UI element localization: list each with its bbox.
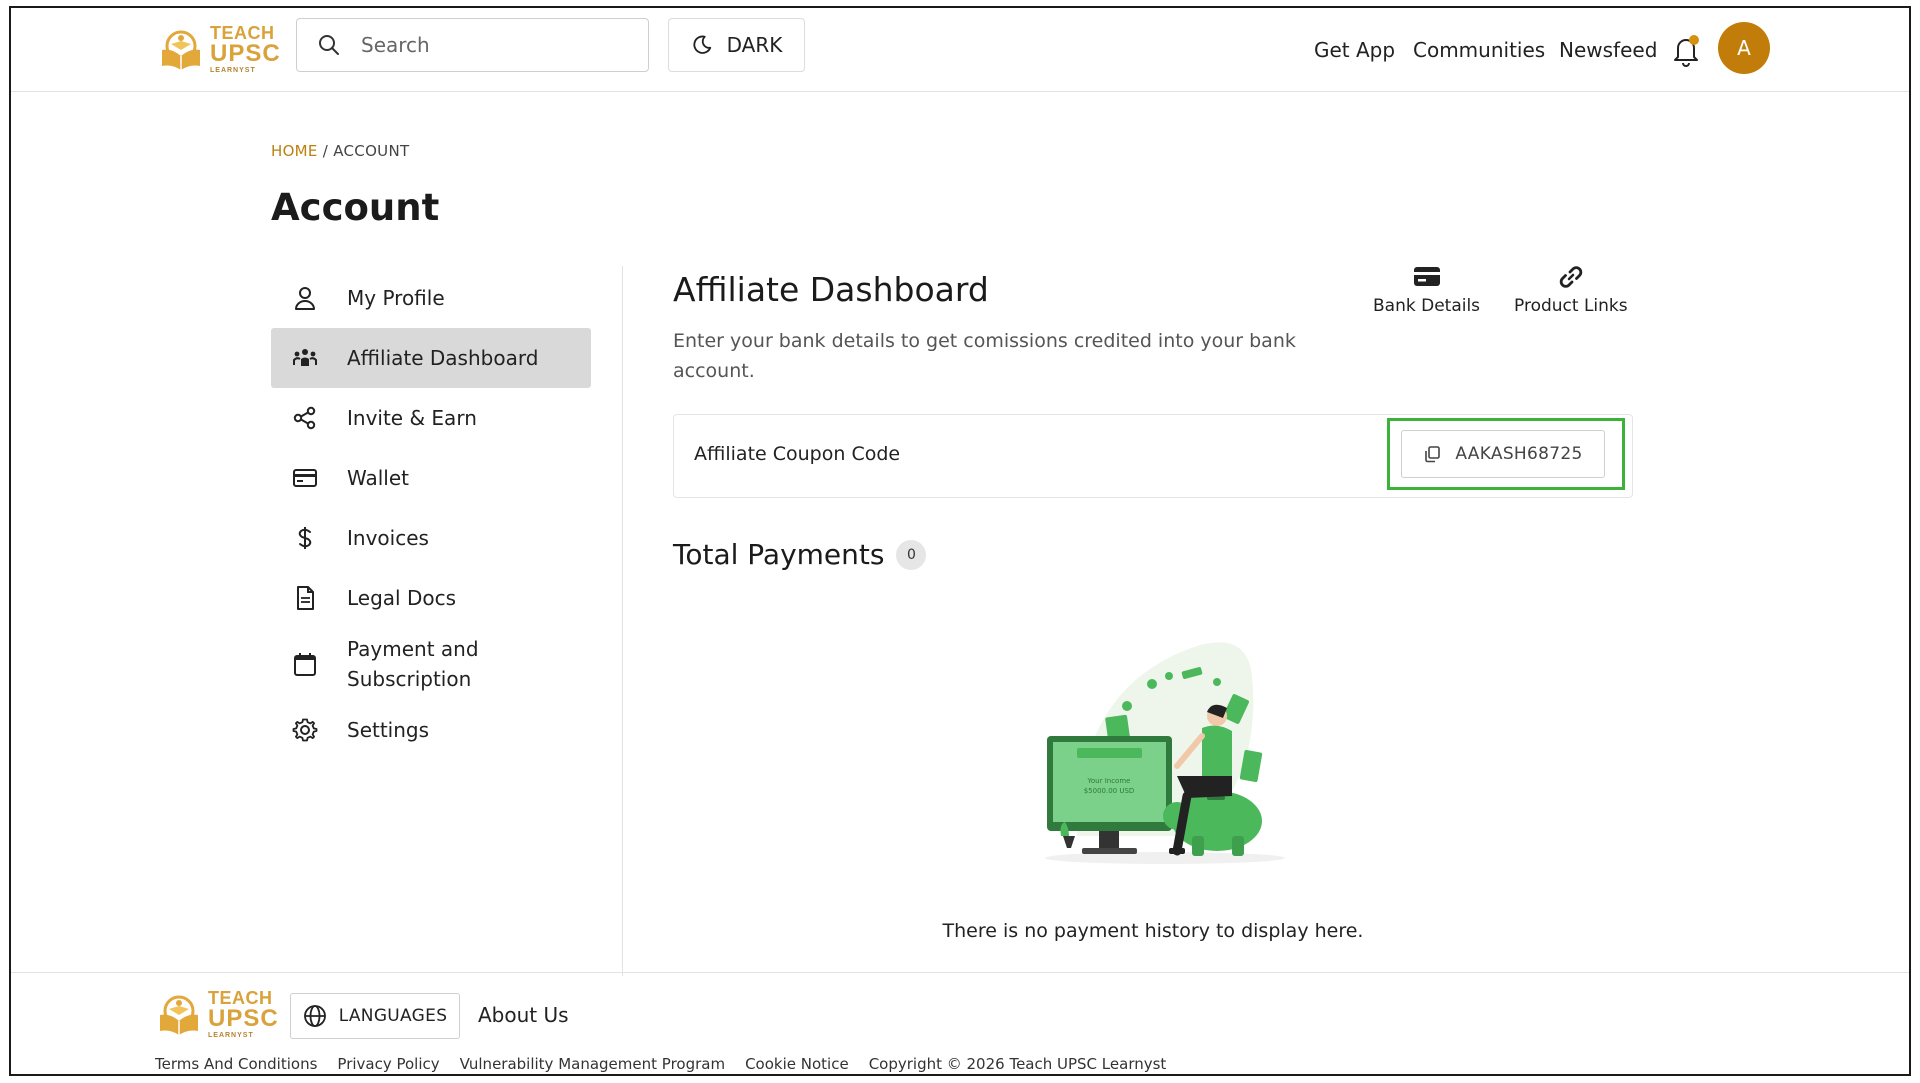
dark-mode-label: DARK xyxy=(726,33,783,57)
sidebar-item-settings[interactable]: Settings xyxy=(271,700,591,760)
sidebar-item-invite-earn[interactable]: Invite & Earn xyxy=(271,388,591,448)
avatar[interactable]: A xyxy=(1718,22,1770,74)
sidebar-divider xyxy=(622,266,623,976)
calendar-icon xyxy=(294,653,316,676)
sidebar-item-label: Invite & Earn xyxy=(347,406,477,430)
breadcrumb-separator: / xyxy=(317,142,334,160)
sidebar-item-label: Settings xyxy=(347,718,430,742)
copy-coupon-button[interactable]: AAKASH68725 xyxy=(1401,430,1605,478)
section-title: Affiliate Dashboard xyxy=(673,270,989,309)
share-icon xyxy=(293,406,316,430)
search-icon xyxy=(319,35,339,55)
coupon-card: Affiliate Coupon Code AAKASH68725 xyxy=(673,414,1633,498)
page-footer: TEACH UPSC LEARNYST LANGUAGES About Us T… xyxy=(11,972,1909,1074)
brand-line2: UPSC xyxy=(208,1005,279,1032)
bank-details-button[interactable]: Bank Details xyxy=(1373,264,1480,316)
payments-heading: Total Payments 0 xyxy=(673,538,927,571)
coupon-code: AAKASH68725 xyxy=(1455,444,1583,464)
sidebar-item-wallet[interactable]: Wallet xyxy=(271,448,591,508)
top-header: TEACH UPSC LEARNYST DARK Get App Communi… xyxy=(11,8,1909,92)
footer-link-terms[interactable]: Terms And Conditions xyxy=(155,1055,317,1073)
dark-mode-button[interactable]: DARK xyxy=(668,18,805,72)
nav-newsfeed-link[interactable]: Newsfeed xyxy=(1559,38,1657,62)
dollar-icon xyxy=(298,527,312,549)
user-icon xyxy=(295,287,315,310)
copy-icon xyxy=(1425,446,1441,463)
sidebar-item-label: Invoices xyxy=(347,526,429,550)
sidebar-item-invoices[interactable]: Invoices xyxy=(271,508,591,568)
sidebar-item-affiliate-dashboard[interactable]: Affiliate Dashboard xyxy=(271,328,591,388)
languages-button[interactable]: LANGUAGES xyxy=(290,993,460,1039)
book-logo-icon xyxy=(162,30,200,70)
group-icon xyxy=(293,349,317,366)
brand-line3: LEARNYST xyxy=(210,67,256,74)
account-sidebar: My Profile Affiliate Dashboard Invite & … xyxy=(271,268,591,760)
book-logo-icon xyxy=(160,995,198,1035)
screen-line2: $5000.00 USD xyxy=(1084,787,1135,795)
gear-icon xyxy=(292,718,318,742)
nav-get-app-link[interactable]: Get App xyxy=(1314,38,1395,62)
search-input[interactable] xyxy=(361,33,641,57)
payments-count-badge: 0 xyxy=(896,539,927,570)
coupon-label: Affiliate Coupon Code xyxy=(694,443,901,465)
moon-icon xyxy=(693,35,711,54)
footer-link-cookie[interactable]: Cookie Notice xyxy=(745,1055,849,1073)
payments-title: Total Payments xyxy=(673,538,885,571)
nav-communities[interactable]: Communities xyxy=(1413,8,1545,92)
globe-icon xyxy=(303,1005,326,1027)
section-description: Enter your bank details to get comission… xyxy=(673,330,1296,382)
card-icon xyxy=(1413,267,1440,286)
coupon-highlight-box: AAKASH68725 xyxy=(1387,418,1625,490)
footer-logo[interactable]: TEACH UPSC LEARNYST xyxy=(156,989,279,1039)
link-icon xyxy=(1559,266,1583,288)
nav-communities-link[interactable]: Communities xyxy=(1413,38,1545,62)
sidebar-item-label: Legal Docs xyxy=(347,586,457,610)
sidebar-item-label: Affiliate Dashboard xyxy=(347,346,539,370)
app-window: TEACH UPSC LEARNYST DARK Get App Communi… xyxy=(9,6,1911,1076)
languages-label: LANGUAGES xyxy=(338,1006,448,1026)
bank-details-label: Bank Details xyxy=(1373,296,1481,316)
sidebar-item-legal-docs[interactable]: Legal Docs xyxy=(271,568,591,628)
nav-newsfeed[interactable]: Newsfeed xyxy=(1559,8,1657,92)
brand-line3: LEARNYST xyxy=(208,1032,254,1039)
page-title: Account xyxy=(271,186,440,229)
sidebar-item-label: Wallet xyxy=(347,466,410,490)
product-links-button[interactable]: Product Links xyxy=(1514,264,1628,316)
notification-dot xyxy=(1689,35,1699,45)
breadcrumb-current: ACCOUNT xyxy=(333,142,410,160)
nav-get-app[interactable]: Get App xyxy=(1314,8,1395,92)
footer-links: Terms And Conditions Privacy Policy Vuln… xyxy=(155,1055,1186,1073)
sidebar-item-my-profile[interactable]: My Profile xyxy=(271,268,591,328)
breadcrumb-home[interactable]: HOME xyxy=(271,142,318,160)
credit-card-icon xyxy=(293,469,317,487)
brand-logo[interactable]: TEACH UPSC LEARNYST xyxy=(158,24,281,74)
document-icon xyxy=(297,586,314,610)
sidebar-item-label: Payment and Subscription xyxy=(347,637,479,691)
search-box[interactable] xyxy=(296,18,649,72)
about-us-link[interactable]: About Us xyxy=(478,1003,569,1027)
notifications-button[interactable] xyxy=(1669,33,1703,67)
footer-copyright: Copyright © 2026 Teach UPSC Learnyst xyxy=(868,1055,1167,1073)
brand-line2: UPSC xyxy=(210,40,281,67)
sidebar-item-payment-subscription[interactable]: Payment and Subscription xyxy=(271,628,591,700)
screen-line1: Your Income xyxy=(1087,777,1131,785)
empty-payments-message: There is no payment history to display h… xyxy=(942,920,1364,942)
sidebar-item-label: My Profile xyxy=(347,286,445,310)
footer-link-privacy[interactable]: Privacy Policy xyxy=(337,1055,439,1073)
product-links-label: Product Links xyxy=(1514,296,1628,316)
footer-link-vulnerability[interactable]: Vulnerability Management Program xyxy=(460,1055,725,1073)
empty-payments-illustration: Your Income $5000.00 USD xyxy=(1045,642,1285,864)
breadcrumb: HOME / ACCOUNT xyxy=(271,142,409,160)
